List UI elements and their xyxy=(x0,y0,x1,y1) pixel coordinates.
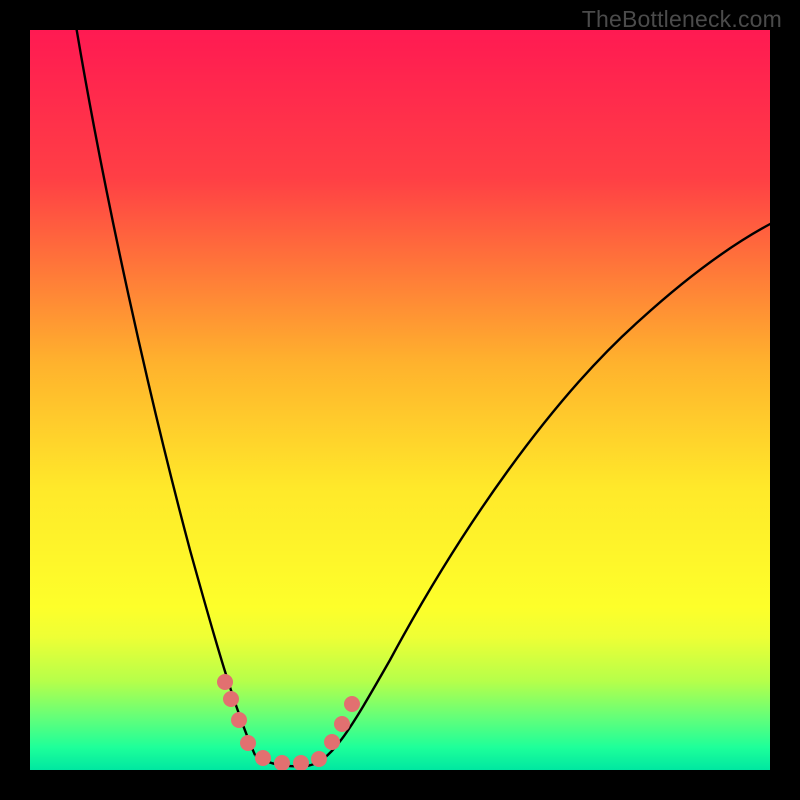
curve-left xyxy=(75,30,255,755)
watermark-text: TheBottleneck.com xyxy=(582,6,782,33)
curve-right xyxy=(305,223,770,766)
plot-area xyxy=(30,30,770,770)
chart-frame: TheBottleneck.com xyxy=(0,0,800,800)
curve-layer xyxy=(30,30,770,770)
highlight-dots xyxy=(217,674,360,770)
